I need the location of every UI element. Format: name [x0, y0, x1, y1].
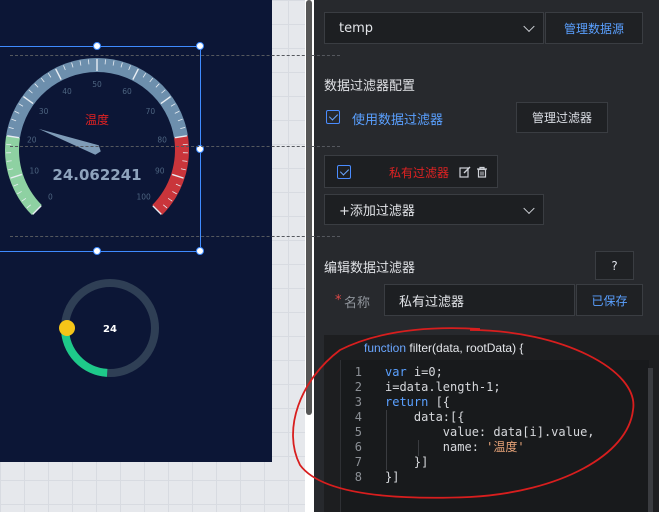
divider [10, 146, 340, 147]
add-filter-label: +添加过滤器 [339, 204, 415, 219]
ring-progress [61, 327, 108, 377]
resize-handle-top-center[interactable] [93, 42, 101, 50]
private-filter-item[interactable]: 私有过滤器 [324, 155, 498, 188]
function-header-rest: filter(data, rootData) { [406, 341, 524, 355]
filter-name-value: 私有过滤器 [399, 294, 465, 310]
ring-knob[interactable] [59, 320, 75, 336]
code-line-8[interactable]: 8}] [340, 470, 400, 485]
function-keyword: function [364, 341, 407, 355]
code-line-7[interactable]: 7 }] [340, 455, 429, 470]
filter-name-input[interactable]: 私有过滤器 [384, 284, 575, 316]
name-label: 名称 [344, 296, 371, 311]
code-line-3[interactable]: 3 return [{ [340, 395, 450, 410]
manage-datasource-button[interactable]: 管理数据源 [545, 12, 643, 44]
resize-handle-top-right[interactable] [196, 42, 204, 50]
use-filter-label[interactable]: 使用数据过滤器 [352, 109, 443, 128]
use-filter-checkbox[interactable] [326, 110, 340, 124]
code-line-5[interactable]: 5 value: data[i].value, [340, 425, 595, 440]
private-filter-label[interactable]: 私有过滤器 [389, 164, 449, 181]
code-line-6[interactable]: 6 name: '温度' [340, 440, 525, 455]
dashboard-screen[interactable]: 0 10 20 30 40 50 60 70 80 90 100 温度 24.062241 24 [0, 0, 272, 462]
manage-filters-button[interactable]: 管理过滤器 [516, 102, 608, 133]
code-line-1[interactable]: 1 var i=0; [340, 365, 443, 380]
divider [10, 55, 340, 56]
code-line-4[interactable]: 4 data:[{ [340, 410, 465, 425]
add-filter-select[interactable]: +添加过滤器 [324, 194, 544, 225]
divider [10, 236, 340, 237]
required-asterisk: * [335, 293, 342, 308]
edit-icon[interactable] [459, 166, 471, 178]
chevron-down-icon [523, 202, 535, 214]
datasource-selected: temp [339, 20, 374, 36]
chevron-down-icon [523, 20, 535, 33]
saved-button[interactable]: 已保存 [576, 284, 643, 316]
selection-frame[interactable] [0, 46, 201, 252]
private-filter-checkbox[interactable] [337, 165, 351, 179]
filter-config-title: 数据过滤器配置 [324, 79, 416, 94]
help-button[interactable]: ? [595, 251, 634, 280]
progress-ring[interactable]: 24 [50, 275, 170, 385]
datasource-select[interactable]: temp [324, 12, 544, 44]
delete-icon[interactable] [476, 166, 488, 178]
code-editor-scrollbar[interactable] [648, 368, 653, 512]
function-signature: function filter(data, rootData) { [364, 341, 523, 355]
edit-filter-title: 编辑数据过滤器 [324, 261, 416, 276]
resize-handle-bottom-right[interactable] [196, 247, 204, 255]
code-line-2[interactable]: 2 i=data.length-1; [340, 380, 501, 395]
ring-value: 24 [103, 324, 117, 335]
resize-handle-bottom-center[interactable] [93, 247, 101, 255]
canvas-scrollbar[interactable] [306, 0, 312, 415]
